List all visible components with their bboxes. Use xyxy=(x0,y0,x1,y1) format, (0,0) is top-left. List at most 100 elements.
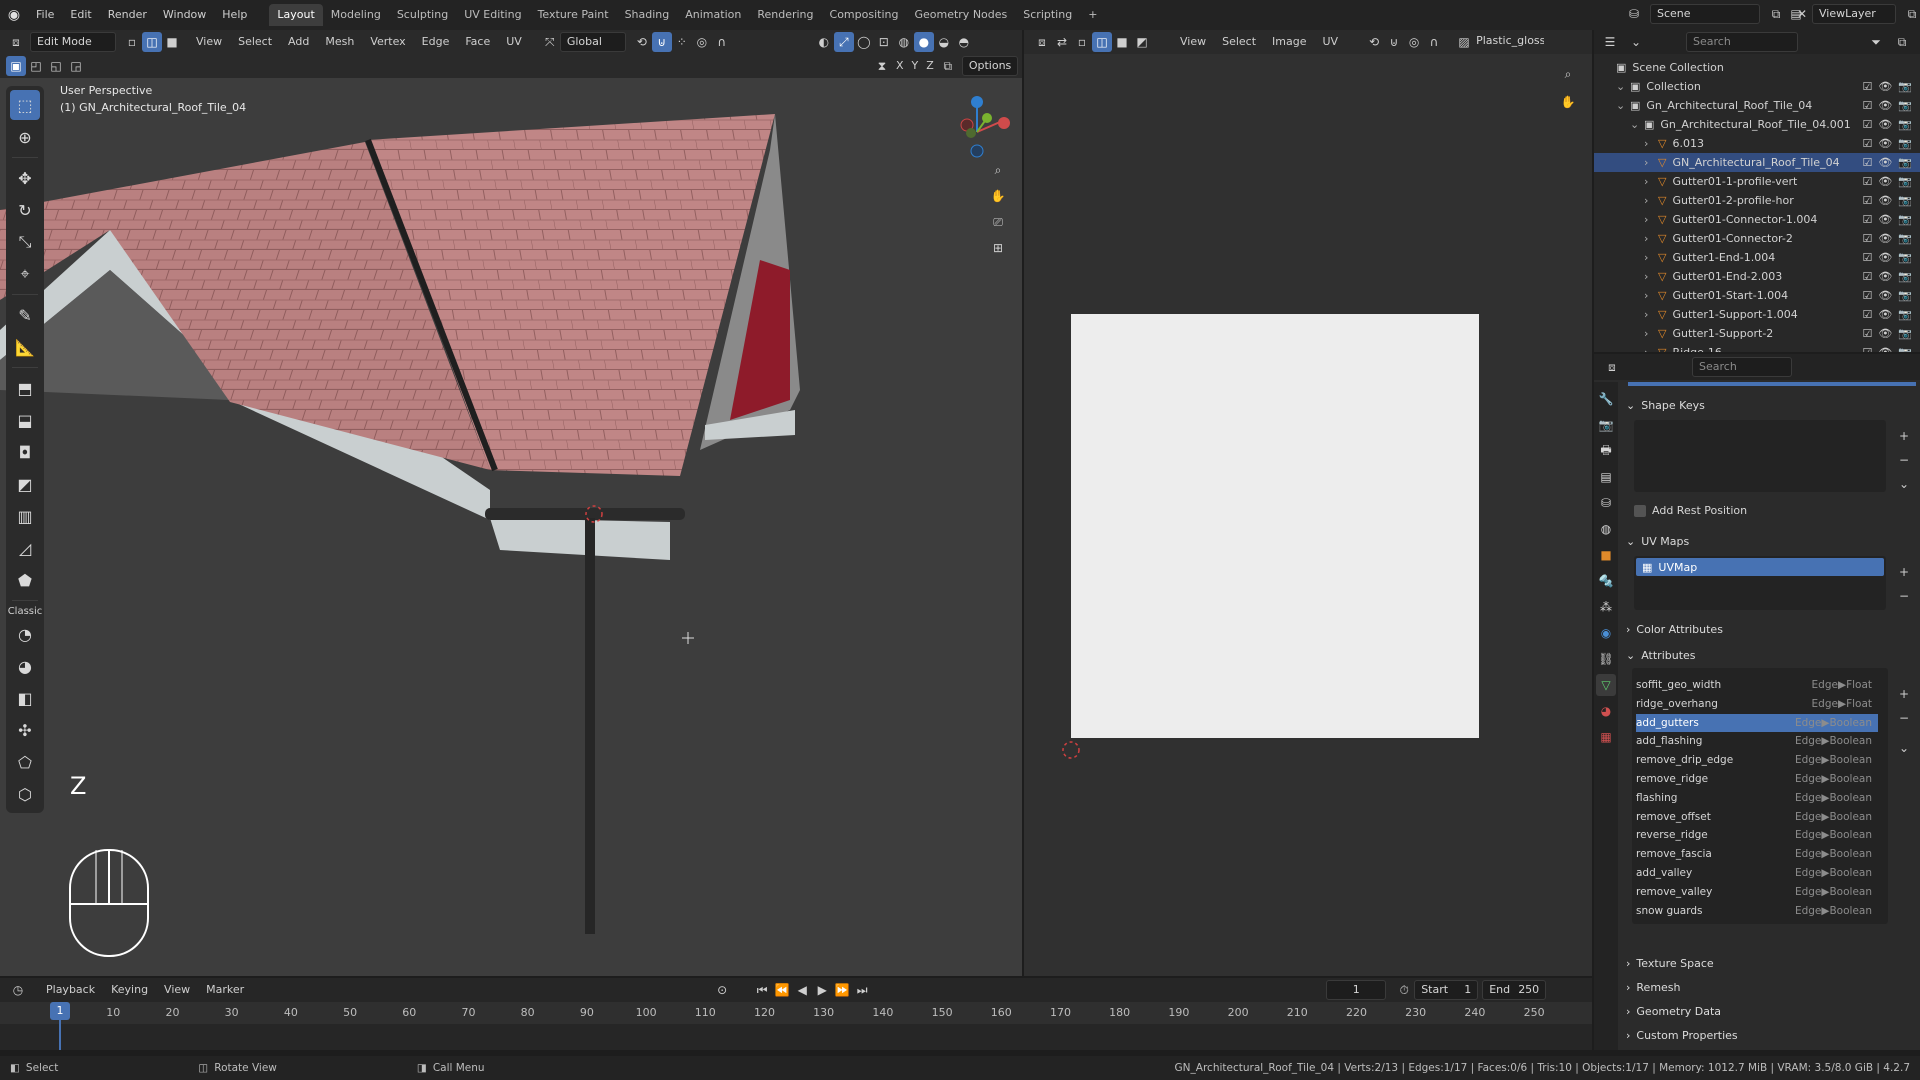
uv-map-remove-icon[interactable]: − xyxy=(1894,586,1914,606)
chevron-right-icon[interactable]: › xyxy=(1644,270,1656,283)
preview-range-icon[interactable]: ⏱ xyxy=(1394,980,1414,1000)
menu-view[interactable]: View xyxy=(188,31,230,53)
exclude-checkbox-icon[interactable]: ☑ xyxy=(1862,194,1872,207)
menu-help[interactable]: Help xyxy=(214,4,255,26)
exclude-checkbox-icon[interactable]: ☑ xyxy=(1862,118,1872,131)
view-layer-field[interactable]: ViewLayer xyxy=(1812,4,1896,24)
scene-field[interactable]: Scene xyxy=(1650,4,1760,24)
blender-logo-icon[interactable]: ◉ xyxy=(0,4,28,26)
timeline-track[interactable] xyxy=(0,1024,1592,1050)
attribute-row[interactable]: remove_drip_edge Edge ▶ Boolean xyxy=(1636,751,1878,769)
menu-add[interactable]: Add xyxy=(280,31,317,53)
chevron-right-icon[interactable]: › xyxy=(1644,327,1656,340)
shading-material-icon[interactable]: ◒ xyxy=(934,32,954,52)
move-tool-icon[interactable]: ✥ xyxy=(10,163,40,193)
snap-icon[interactable]: ⊍ xyxy=(651,32,672,52)
uv-sticky-icon[interactable]: ∩ xyxy=(1424,32,1444,52)
spin-tool-icon[interactable]: ◔ xyxy=(10,619,40,649)
chevron-right-icon[interactable]: › xyxy=(1644,232,1656,245)
outliner-new-collection-icon[interactable]: ⧉ xyxy=(1892,32,1912,52)
xray-icon[interactable]: ⊡ xyxy=(874,32,894,52)
uv-pivot-icon[interactable]: ⟲ xyxy=(1364,32,1384,52)
chevron-right-icon[interactable]: › xyxy=(1644,308,1656,321)
tab-rendering[interactable]: Rendering xyxy=(749,4,821,26)
uv-island-icon[interactable]: ◩ xyxy=(1132,32,1152,52)
scene-tab-icon[interactable]: ⛁ xyxy=(1596,492,1616,514)
vertex-select-icon[interactable]: ▫ xyxy=(122,32,142,52)
select-box-icon[interactable]: ▣ xyxy=(6,56,26,76)
camera-icon[interactable]: 📷 xyxy=(1898,346,1912,352)
uv-zoom-icon[interactable]: ⌕ xyxy=(1558,64,1578,84)
particles-tab-icon[interactable]: ⁂ xyxy=(1596,596,1616,618)
uv-2d-cursor[interactable] xyxy=(1059,738,1083,762)
attribute-row[interactable]: remove_valley Edge ▶ Boolean xyxy=(1636,883,1878,901)
attribute-row[interactable]: reverse_ridge Edge ▶ Boolean xyxy=(1636,826,1878,844)
eye-icon[interactable]: 👁 xyxy=(1878,175,1892,188)
attribute-row[interactable]: flashing Edge ▶ Boolean xyxy=(1636,789,1878,807)
exclude-checkbox-icon[interactable]: ☑ xyxy=(1862,213,1872,226)
eye-icon[interactable]: 👁 xyxy=(1878,270,1892,283)
cursor-tool-icon[interactable]: ⊕ xyxy=(10,122,40,152)
eye-icon[interactable]: 👁 xyxy=(1878,80,1892,93)
chevron-right-icon[interactable]: › xyxy=(1644,251,1656,264)
3d-viewport[interactable]: ⧈ Edit Mode ▫ ◫ ■ View Select Add Mesh V… xyxy=(0,30,1022,976)
exclude-checkbox-icon[interactable]: ☑ xyxy=(1862,308,1872,321)
outliner-display-icon[interactable]: ⌄ xyxy=(1626,32,1646,52)
outliner-filter-icon[interactable]: ⏷ xyxy=(1866,32,1886,52)
outliner-row[interactable]: ⌄ ▣ Collection ☑ 👁 📷 xyxy=(1594,77,1920,96)
mode-select[interactable]: Edit Mode xyxy=(30,32,116,52)
end-frame-field[interactable]: End 250 xyxy=(1482,980,1547,1000)
timeline-ruler[interactable]: 1 11020304050607080901001101201301401501… xyxy=(0,1002,1592,1050)
outliner-row[interactable]: › ▽ Gutter01-End-2.003 ☑ 👁 📷 xyxy=(1594,267,1920,286)
attribute-remove-icon[interactable]: − xyxy=(1894,708,1914,728)
timeline-menu-playback[interactable]: Playback xyxy=(38,979,103,1001)
exclude-checkbox-icon[interactable]: ☑ xyxy=(1862,137,1872,150)
menu-file[interactable]: File xyxy=(28,4,62,26)
chevron-down-icon[interactable]: ⌄ xyxy=(1616,99,1628,112)
chevron-right-icon[interactable]: › xyxy=(1644,137,1656,150)
eye-icon[interactable]: 👁 xyxy=(1878,346,1892,352)
menu-face[interactable]: Face xyxy=(457,31,498,53)
shading-solid-icon[interactable]: ● xyxy=(913,32,934,52)
attribute-row[interactable]: add_flashing Edge ▶ Boolean xyxy=(1636,732,1878,750)
camera-icon[interactable]: 📷 xyxy=(1898,175,1912,188)
shading-wire-icon[interactable]: ◍ xyxy=(894,32,914,52)
face-select-icon[interactable]: ■ xyxy=(162,32,182,52)
exclude-checkbox-icon[interactable]: ☑ xyxy=(1862,232,1872,245)
outliner-row[interactable]: › ▽ Gutter01-Connector-1.004 ☑ 👁 📷 xyxy=(1594,210,1920,229)
attributes-panel[interactable]: ⌄ Attributes xyxy=(1626,644,1916,666)
outliner-row[interactable]: ⌄ ▣ Gn_Architectural_Roof_Tile_04 ☑ 👁 📷 xyxy=(1594,96,1920,115)
eye-icon[interactable]: 👁 xyxy=(1878,156,1892,169)
uv-menu-view[interactable]: View xyxy=(1172,31,1214,53)
uv-editor-type-icon[interactable]: ⧈ xyxy=(1032,32,1052,52)
shape-key-remove-icon[interactable]: − xyxy=(1894,450,1914,470)
transform-tool-icon[interactable]: ⌖ xyxy=(10,259,40,289)
outliner-row[interactable]: › ▽ Gutter01-Start-1.004 ☑ 👁 📷 xyxy=(1594,286,1920,305)
auto-merge-icon[interactable]: ⧉ xyxy=(938,56,958,76)
camera-icon[interactable]: 📷 xyxy=(1898,99,1912,112)
shape-key-add-icon[interactable]: + xyxy=(1894,426,1914,446)
select-extend-icon[interactable]: ◰ xyxy=(26,56,46,76)
menu-edge[interactable]: Edge xyxy=(414,31,458,53)
camera-icon[interactable]: 📷 xyxy=(1898,251,1912,264)
chevron-right-icon[interactable]: › xyxy=(1644,346,1656,352)
menu-mesh[interactable]: Mesh xyxy=(317,31,362,53)
jump-end-icon[interactable]: ⏭ xyxy=(852,980,872,1000)
world-tab-icon[interactable]: ◍ xyxy=(1596,518,1616,540)
new-scene-icon[interactable]: ⧉ xyxy=(1766,4,1786,24)
output-tab-icon[interactable]: 🖶 xyxy=(1596,440,1616,462)
material-tab-icon[interactable]: ◕ xyxy=(1596,700,1616,722)
attribute-add-icon[interactable]: + xyxy=(1894,684,1914,704)
properties-search-input[interactable]: Search xyxy=(1692,357,1792,377)
timeline-menu-view[interactable]: View xyxy=(156,979,198,1001)
falloff-icon[interactable]: ∩ xyxy=(712,32,732,52)
render-tab-icon[interactable]: 📷 xyxy=(1596,414,1616,436)
attribute-row[interactable]: remove_ridge Edge ▶ Boolean xyxy=(1636,770,1878,788)
visibility-icon[interactable]: ◐ xyxy=(814,32,834,52)
eye-icon[interactable]: 👁 xyxy=(1878,194,1892,207)
pan-hand-icon[interactable]: ✋ xyxy=(988,186,1008,206)
uv-menu-uv[interactable]: UV xyxy=(1315,31,1347,53)
camera-icon[interactable]: 📷 xyxy=(1898,80,1912,93)
attribute-row[interactable]: ridge_overhang Edge ▶ Float xyxy=(1636,695,1878,713)
play-icon[interactable]: ▶ xyxy=(812,980,832,1000)
